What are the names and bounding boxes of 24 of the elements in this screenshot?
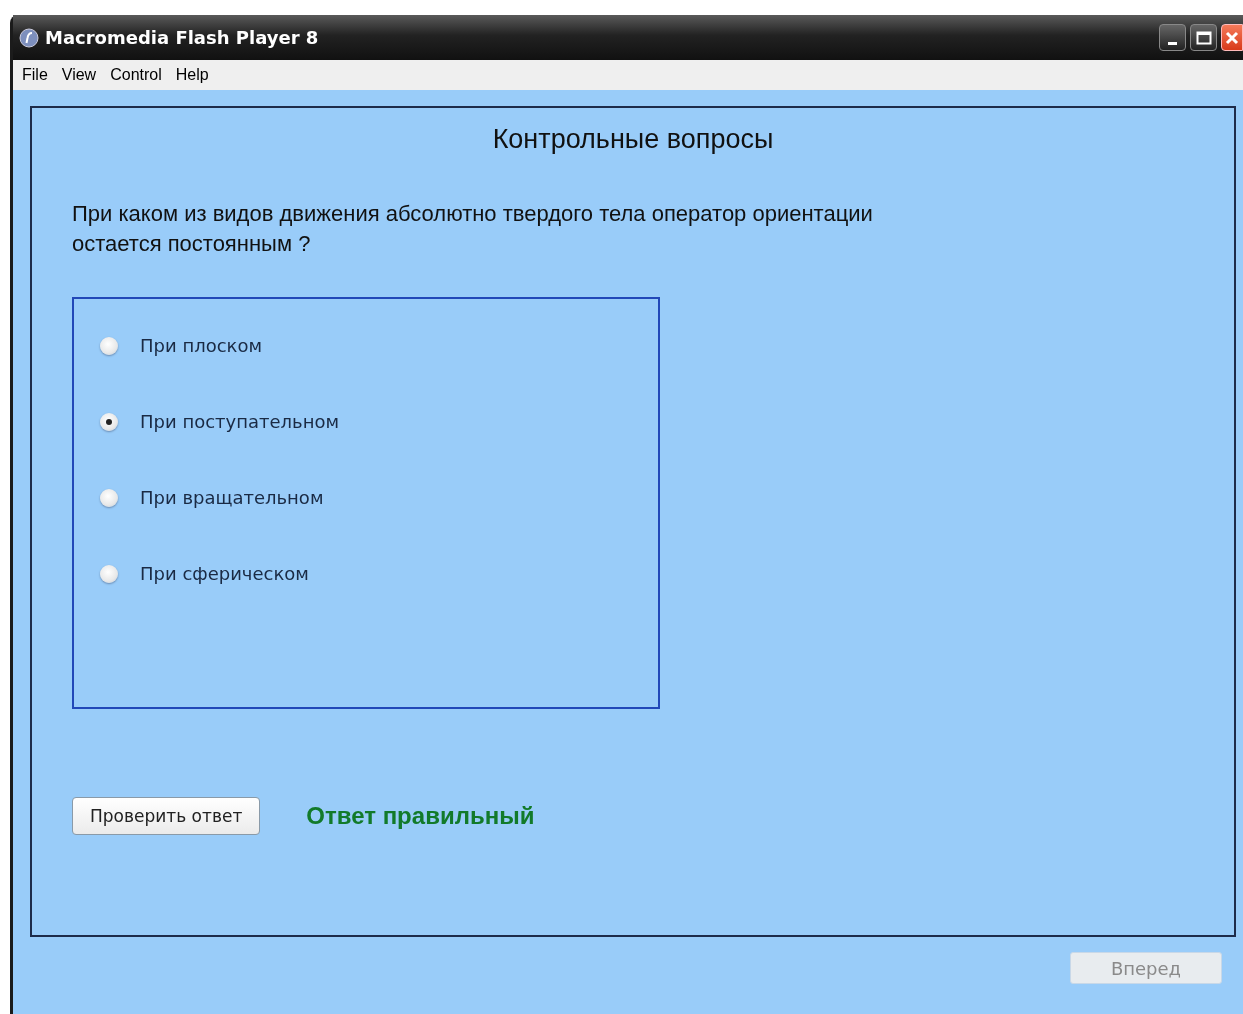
close-button[interactable] xyxy=(1221,24,1243,51)
close-icon xyxy=(1225,30,1239,45)
radio-button[interactable] xyxy=(100,336,118,355)
menu-item[interactable]: File xyxy=(17,66,57,84)
minimize-icon xyxy=(1168,42,1177,45)
question-text: При каком из видов движения абсолютно твердого тела оператор ориентации остается постоянным ? xyxy=(72,200,874,258)
result-message: Ответ правильный xyxy=(306,802,535,830)
radio-button[interactable] xyxy=(100,488,118,507)
answer-option[interactable]: При плоском xyxy=(100,335,658,356)
answer-option[interactable]: При вращательном xyxy=(100,487,658,508)
window-title: Macromedia Flash Player 8 xyxy=(45,27,320,48)
heading: Контрольные вопросы xyxy=(492,124,774,155)
menu-item[interactable]: View xyxy=(56,66,106,84)
flash-icon xyxy=(19,27,39,48)
menu-item[interactable]: Control xyxy=(105,66,171,84)
maximize-icon xyxy=(1195,29,1212,46)
radio-button[interactable] xyxy=(100,564,118,583)
answer-option[interactable]: При поступательном xyxy=(100,411,658,432)
answer-option[interactable]: При сферическом xyxy=(100,563,658,584)
minimize-button[interactable] xyxy=(1159,24,1186,51)
menu-item[interactable]: Help xyxy=(170,66,218,84)
radio-button[interactable] xyxy=(100,412,118,431)
check-answer-button[interactable]: Проверить ответ xyxy=(72,797,261,835)
maximize-button[interactable] xyxy=(1190,24,1217,51)
